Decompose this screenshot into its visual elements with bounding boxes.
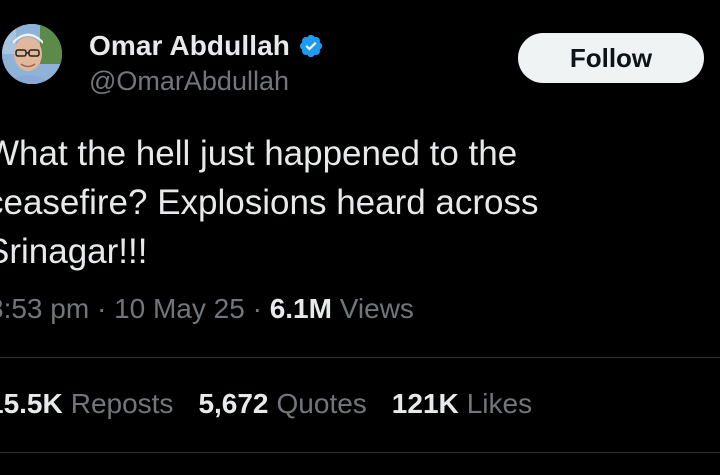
reposts-label: Reposts (70, 388, 174, 419)
avatar-image (2, 24, 62, 84)
tweet-time[interactable]: 8:53 pm (0, 293, 89, 324)
views-count: 6.1M (269, 293, 332, 324)
tweet-meta: 8:53 pm · 10 May 25 · 6.1M Views (0, 293, 414, 325)
likes-count: 121K (391, 388, 459, 419)
author-handle[interactable]: @OmarAbdullah (89, 66, 289, 97)
tweet-text-line: ceasefire? Explosions heard across (0, 183, 539, 222)
tweet-text: What the hell just happened to the cease… (0, 129, 706, 276)
author-display-name[interactable]: Omar Abdullah (89, 30, 290, 62)
divider (0, 357, 720, 358)
meta-separator: · (96, 293, 107, 324)
reposts-stat[interactable]: 15.5KReposts (0, 388, 173, 420)
likes-stat[interactable]: 121K Likes (392, 388, 532, 420)
verified-badge-icon[interactable] (298, 33, 324, 59)
quotes-label: Quotes (276, 388, 367, 419)
meta-separator: · (252, 293, 262, 324)
avatar[interactable] (2, 24, 62, 84)
author-name-row: Omar Abdullah (89, 28, 324, 64)
tweet-date[interactable]: 10 May 25 (114, 293, 245, 324)
divider (0, 452, 720, 453)
follow-button[interactable]: Follow (518, 33, 704, 83)
likes-label: Likes (466, 388, 533, 419)
reposts-count: 15.5K (0, 388, 63, 419)
quotes-count: 5,672 (198, 388, 269, 419)
tweet-text-line: What the hell just happened to the (0, 134, 518, 173)
tweet-text-line: Srinagar!!! (0, 232, 148, 271)
views-label: Views (339, 293, 414, 324)
quotes-stat[interactable]: 5,672 Quotes (198, 388, 366, 420)
engagement-stats: 15.5KReposts 5,672Quotes 121KLikes (0, 388, 557, 420)
